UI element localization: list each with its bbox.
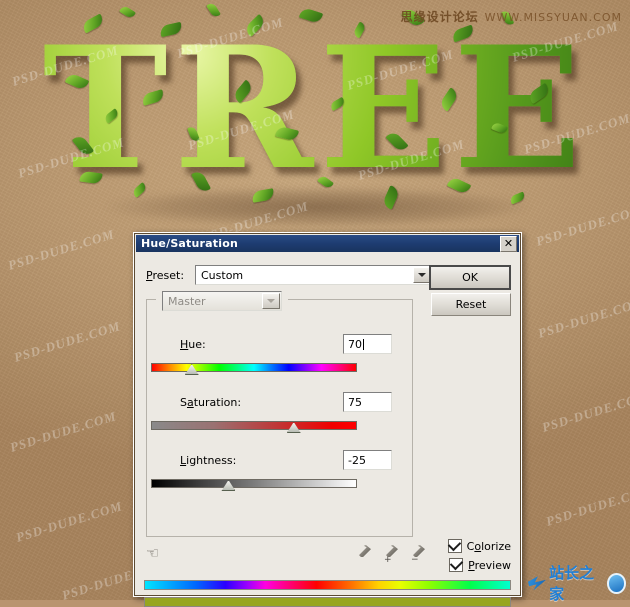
hue-label: Hue: (180, 338, 206, 351)
saturation-value: 75 (348, 395, 362, 409)
logo-badge-icon (606, 572, 626, 594)
preset-select[interactable]: Custom (195, 265, 433, 285)
hue-input[interactable]: 70 (343, 334, 392, 354)
hue-value: 70 (348, 337, 362, 351)
colorize-checkbox-row[interactable]: Colorize (447, 537, 511, 553)
hue-thumb[interactable] (184, 364, 199, 375)
lightness-label: Lightness: (180, 454, 237, 467)
dialog-titlebar[interactable]: Hue/Saturation ✕ (136, 235, 519, 252)
adjustment-group: Master Hue: 70 Saturation: 75 Lightness:… (146, 291, 413, 537)
lightness-input[interactable]: -25 (343, 450, 392, 470)
site-watermark-url: WWW.MISSYUAN.COM (484, 11, 622, 24)
lightness-thumb[interactable] (221, 480, 236, 491)
lightness-value: -25 (348, 453, 366, 467)
colorize-label: Colorize (466, 539, 511, 553)
output-color-bar (144, 597, 511, 607)
preview-checkbox-row[interactable]: Preview (449, 556, 511, 572)
preset-label: Preset: (146, 268, 185, 282)
hue-track[interactable] (151, 363, 357, 375)
reset-button[interactable]: Reset (431, 293, 511, 316)
close-icon[interactable]: ✕ (500, 235, 517, 252)
site-logo: 站长之家 (528, 564, 626, 603)
channel-value: Master (168, 294, 206, 308)
saturation-input[interactable]: 75 (343, 392, 392, 412)
saturation-label: Saturation: (180, 396, 242, 409)
site-watermark-cn: 思缘设计论坛 (400, 10, 479, 24)
colorize-checkbox[interactable] (447, 537, 462, 553)
channel-select[interactable]: Master (162, 291, 282, 311)
dialog-title: Hue/Saturation (141, 237, 239, 250)
chevron-down-icon[interactable] (262, 293, 280, 309)
eyedropper-subtract-sign: − (411, 555, 419, 565)
preset-value: Custom (201, 268, 244, 282)
ok-button[interactable]: OK (429, 265, 511, 290)
hue-saturation-dialog: Hue/Saturation ✕ Preset: Custom OK Reset… (133, 232, 522, 607)
eyedropper-add-icon[interactable]: + (383, 544, 401, 565)
hand-scrubby-icon[interactable]: ☜ (146, 544, 164, 562)
eyedropper-sample-icon[interactable] (356, 544, 374, 564)
saturation-track[interactable] (151, 421, 357, 433)
eyedropper-subtract-icon[interactable]: − (410, 544, 428, 565)
preview-label: Preview (468, 558, 511, 572)
eyedropper-add-sign: + (384, 555, 392, 565)
site-logo-text: 站长之家 (549, 564, 595, 603)
input-spectrum-bar (144, 580, 511, 590)
saturation-thumb[interactable] (286, 422, 301, 433)
preview-checkbox[interactable] (449, 556, 464, 572)
swoosh-icon (528, 576, 547, 591)
lightness-track[interactable] (151, 479, 357, 491)
site-watermark: 思缘设计论坛 WWW.MISSYUAN.COM (401, 8, 622, 25)
dialog-body: Preset: Custom OK Reset Master Hue: 70 S… (134, 252, 521, 607)
